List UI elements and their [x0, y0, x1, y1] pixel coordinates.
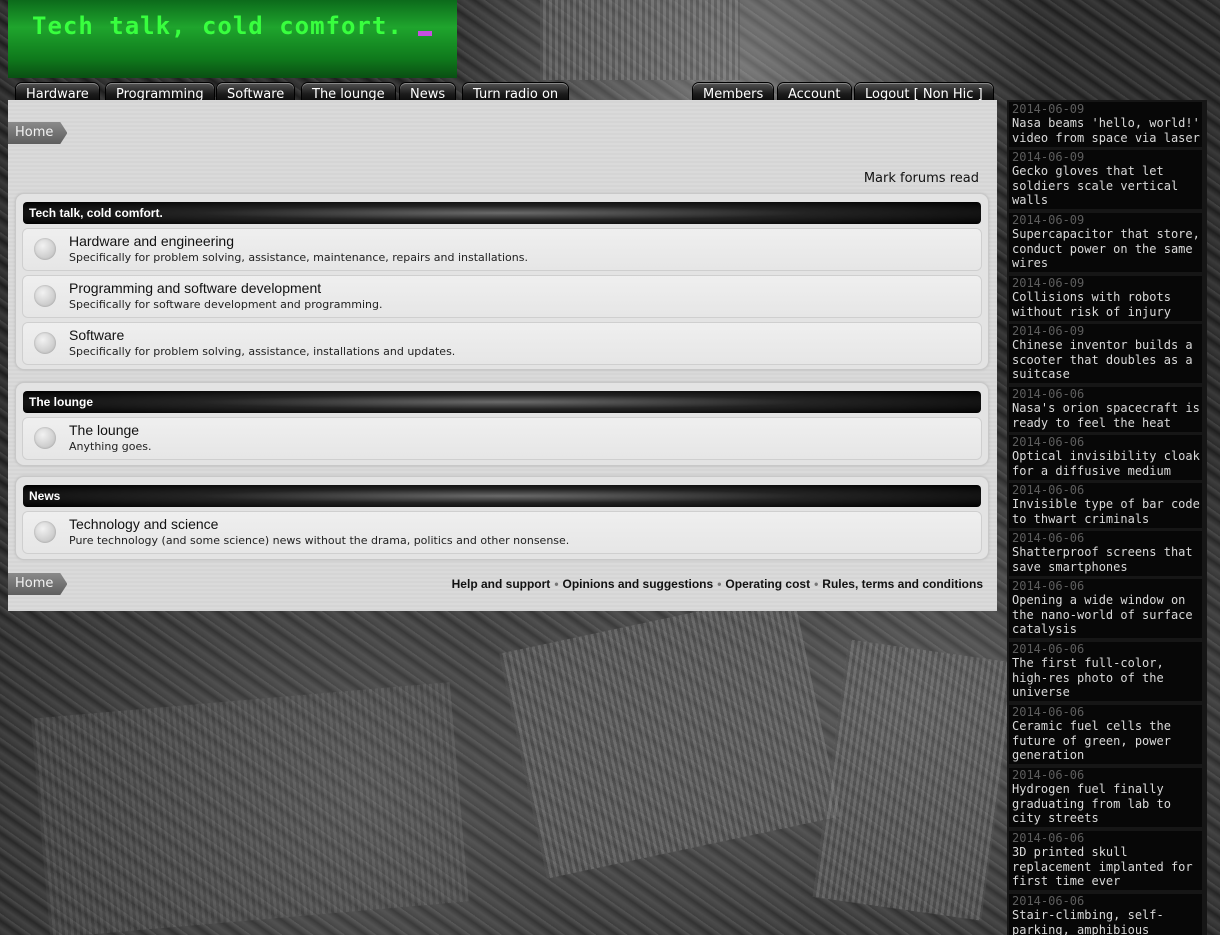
news-item[interactable]: 2014-06-06 Invisible type of bar code to… — [1009, 483, 1202, 528]
news-item[interactable]: 2014-06-09 Supercapacitor that store, co… — [1009, 213, 1202, 272]
news-title[interactable]: Opening a wide window on the nano-world … — [1009, 593, 1202, 637]
forum-description: Specifically for software development an… — [69, 298, 383, 311]
forum-status-icon — [34, 285, 56, 307]
separator-dot-icon: • — [814, 577, 819, 591]
news-date: 2014-06-09 — [1012, 276, 1085, 290]
category-header[interactable]: News — [23, 485, 981, 507]
site-title: Tech talk, cold comfort. — [32, 12, 403, 40]
background-circuit-board — [540, 0, 740, 80]
rules-terms-conditions-link[interactable]: Rules, terms and conditions — [822, 577, 983, 591]
forum-description: Specifically for problem solving, assist… — [69, 345, 456, 358]
background-circuit-board — [499, 591, 841, 879]
operating-cost-link[interactable]: Operating cost — [725, 577, 810, 591]
news-date: 2014-06-06 — [1012, 831, 1085, 845]
separator-dot-icon: • — [717, 577, 722, 591]
category-header[interactable]: The lounge — [23, 391, 981, 413]
news-title[interactable]: Optical invisibility cloak for a diffusi… — [1009, 449, 1202, 478]
news-title[interactable]: Hydrogen fuel finally graduating from la… — [1009, 782, 1202, 826]
news-date: 2014-06-09 — [1012, 213, 1085, 227]
news-title[interactable]: Shatterproof screens that save smartphon… — [1009, 545, 1202, 574]
background-circuit-board — [31, 682, 469, 935]
forum-row-hardware[interactable]: Hardware and engineering Specifically fo… — [23, 229, 981, 270]
news-date: 2014-06-06 — [1012, 531, 1085, 545]
forum-title[interactable]: The lounge — [69, 422, 139, 438]
news-title[interactable]: Nasa beams 'hello, world!' video from sp… — [1009, 116, 1202, 145]
forum-row-technology-and-science[interactable]: Technology and science Pure technology (… — [23, 512, 981, 553]
category-block: Tech talk, cold comfort. Hardware and en… — [16, 194, 988, 369]
news-item[interactable]: 2014-06-09 Chinese inventor builds a sco… — [1009, 324, 1202, 383]
news-item[interactable]: 2014-06-06 The first full-color, high-re… — [1009, 642, 1202, 701]
forum-status-icon — [34, 521, 56, 543]
news-title[interactable]: 3D printed skull replacement implanted f… — [1009, 845, 1202, 889]
news-date: 2014-06-06 — [1012, 387, 1085, 401]
site-banner[interactable]: Tech talk, cold comfort. — [8, 0, 457, 78]
news-item[interactable]: 2014-06-06 Hydrogen fuel finally graduat… — [1009, 768, 1202, 827]
news-date: 2014-06-06 — [1012, 894, 1085, 908]
breadcrumb-home-top[interactable]: Home — [8, 122, 68, 144]
news-date: 2014-06-06 — [1012, 642, 1085, 656]
news-date: 2014-06-06 — [1012, 768, 1085, 782]
news-item[interactable]: 2014-06-06 Optical invisibility cloak fo… — [1009, 435, 1202, 480]
forum-status-icon — [34, 332, 56, 354]
news-item[interactable]: 2014-06-06 Opening a wide window on the … — [1009, 579, 1202, 638]
news-date: 2014-06-09 — [1012, 150, 1085, 164]
forum-row-the-lounge[interactable]: The lounge Anything goes. — [23, 418, 981, 459]
forum-title[interactable]: Technology and science — [69, 516, 218, 532]
category-block: The lounge The lounge Anything goes. — [16, 383, 988, 465]
forum-description: Pure technology (and some science) news … — [69, 534, 570, 547]
forum-description: Anything goes. — [69, 440, 152, 453]
news-title[interactable]: Collisions with robots without risk of i… — [1009, 290, 1202, 319]
news-title[interactable]: The first full-color, high-res photo of … — [1009, 656, 1202, 700]
news-date: 2014-06-09 — [1012, 324, 1085, 338]
forum-title[interactable]: Software — [69, 327, 124, 343]
news-item[interactable]: 2014-06-09 Nasa beams 'hello, world!' vi… — [1009, 102, 1202, 147]
news-title[interactable]: Nasa's orion spacecraft is ready to feel… — [1009, 401, 1202, 430]
blinking-cursor-icon — [418, 31, 432, 36]
news-date: 2014-06-06 — [1012, 435, 1085, 449]
news-date: 2014-06-06 — [1012, 483, 1085, 497]
news-date: 2014-06-09 — [1012, 102, 1085, 116]
news-item[interactable]: 2014-06-06 Nasa's orion spacecraft is re… — [1009, 387, 1202, 432]
news-sidebar: 2014-06-09 Nasa beams 'hello, world!' vi… — [1007, 100, 1207, 935]
news-title[interactable]: Chinese inventor builds a scooter that d… — [1009, 338, 1202, 382]
forum-status-icon — [34, 238, 56, 260]
news-item[interactable]: 2014-06-06 Ceramic fuel cells the future… — [1009, 705, 1202, 764]
breadcrumb-home-bottom[interactable]: Home — [8, 573, 68, 595]
category-header[interactable]: Tech talk, cold comfort. — [23, 202, 981, 224]
news-title[interactable]: Gecko gloves that let soldiers scale ver… — [1009, 164, 1202, 208]
forum-status-icon — [34, 427, 56, 449]
footer-links: Help and support • Opinions and suggestion… — [452, 577, 983, 591]
forum-title[interactable]: Programming and software development — [69, 280, 321, 296]
news-item[interactable]: 2014-06-09 Gecko gloves that let soldier… — [1009, 150, 1202, 209]
forum-row-programming[interactable]: Programming and software development Spe… — [23, 276, 981, 317]
news-item[interactable]: 2014-06-06 Shatterproof screens that sav… — [1009, 531, 1202, 576]
news-title[interactable]: Stair-climbing, self-parking, amphibious — [1009, 908, 1202, 935]
news-title[interactable]: Supercapacitor that store, conduct power… — [1009, 227, 1202, 271]
category-block: News Technology and science Pure technol… — [16, 477, 988, 559]
separator-dot-icon: • — [554, 577, 559, 591]
mark-forums-read-link[interactable]: Mark forums read — [864, 171, 979, 186]
news-title[interactable]: Invisible type of bar code to thwart cri… — [1009, 497, 1202, 526]
news-title[interactable]: Ceramic fuel cells the future of green, … — [1009, 719, 1202, 763]
forum-index-panel: Home Mark forums read Tech talk, cold co… — [8, 100, 997, 611]
news-date: 2014-06-06 — [1012, 705, 1085, 719]
background-circuit-board — [812, 639, 1018, 921]
news-date: 2014-06-06 — [1012, 579, 1085, 593]
news-item[interactable]: 2014-06-06 Stair-climbing, self-parking,… — [1009, 894, 1202, 935]
help-and-support-link[interactable]: Help and support — [452, 577, 551, 591]
opinions-and-suggestions-link[interactable]: Opinions and suggestions — [563, 577, 714, 591]
news-item[interactable]: 2014-06-09 Collisions with robots withou… — [1009, 276, 1202, 321]
forum-title[interactable]: Hardware and engineering — [69, 233, 234, 249]
news-item[interactable]: 2014-06-06 3D printed skull replacement … — [1009, 831, 1202, 890]
forum-row-software[interactable]: Software Specifically for problem solvin… — [23, 323, 981, 364]
forum-description: Specifically for problem solving, assist… — [69, 251, 528, 264]
